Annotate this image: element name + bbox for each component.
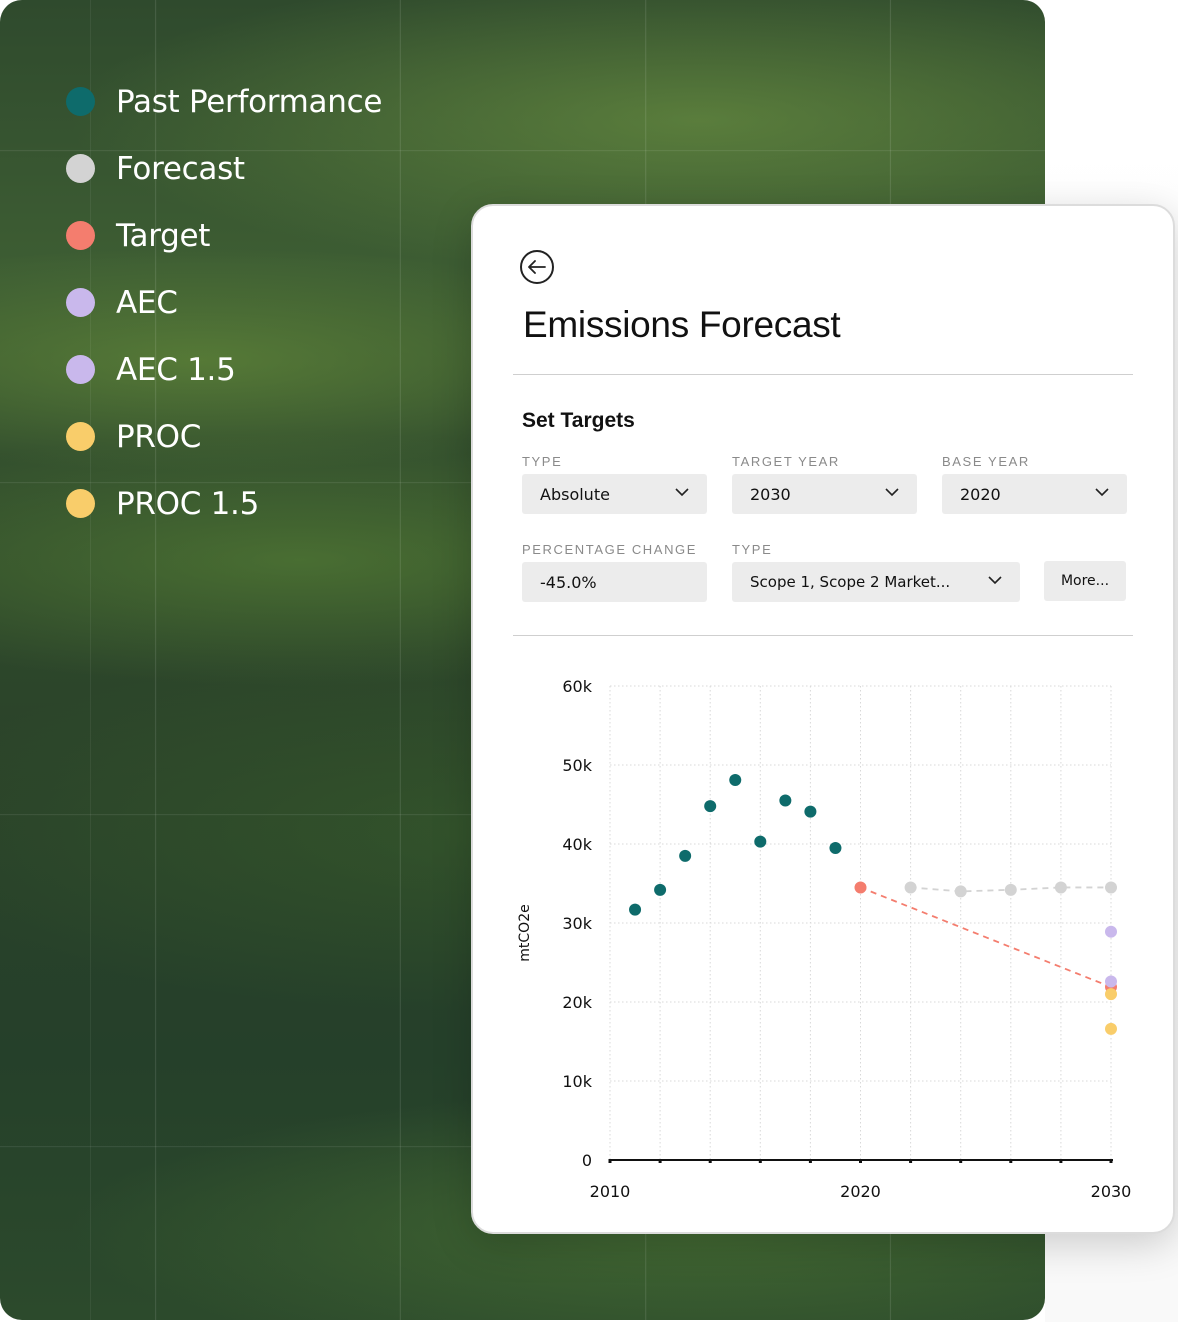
y-tick-label: 30k [562,914,592,933]
series-line [860,886,1112,988]
legend-label: Forecast [116,150,245,187]
data-point [704,800,717,813]
legend-dot [66,288,95,317]
data-point [854,881,867,894]
x-tick-label: 2010 [590,1182,631,1201]
legend-label: AEC [116,284,178,321]
legend-item-target: Target [66,202,382,269]
emissions-forecast-card: Emissions Forecast Set Targets TYPE Abso… [471,204,1175,1234]
y-tick-label: 10k [562,1072,592,1091]
legend-item-aec-1-5: AEC 1.5 [66,336,382,403]
data-point [754,835,767,848]
data-point [829,841,842,854]
data-point [804,805,817,818]
data-point [904,881,917,894]
legend-dot [66,87,95,116]
y-tick-label: 40k [562,835,592,854]
legend-dot [66,221,95,250]
data-point [1105,988,1117,1001]
y-tick-label: 0 [582,1151,592,1170]
data-point [1105,925,1117,938]
emissions-chart: 0 10k 20k 30k 40k 50k 60k 2010 2020 2030 mtCO2e [517,677,1132,1201]
legend-dot [66,355,95,384]
data-point [1054,881,1067,894]
data-point [779,794,792,807]
legend-item-proc: PROC [66,403,382,470]
chart-area: 0 10k 20k 30k 40k 50k 60k 2010 2020 2030 mtCO2e [473,206,1177,1236]
legend-item-forecast: Forecast [66,135,382,202]
data-point [954,885,967,898]
legend-label: PROC [116,418,202,455]
data-point [729,774,742,787]
x-tick-label: 2030 [1091,1182,1132,1201]
legend-item-proc-1-5: PROC 1.5 [66,470,382,537]
y-tick-label: 20k [562,993,592,1012]
legend-label: Target [116,217,211,254]
legend-item-aec: AEC [66,269,382,336]
data-point [1105,1022,1117,1035]
y-axis-label: mtCO2e [517,904,533,961]
data-point [1004,883,1017,896]
data-point [679,849,692,862]
legend-label: AEC 1.5 [116,351,236,388]
legend-label: Past Performance [116,83,383,120]
legend-dot [66,422,95,451]
legend-label: PROC 1.5 [116,485,260,522]
x-tick-label: 2020 [840,1182,881,1201]
legend-dot [66,154,95,183]
legend-dot [66,489,95,518]
data-point [629,903,642,916]
legend-item-past-performance: Past Performance [66,68,382,135]
chart-legend: Past Performance Forecast Target AEC AEC… [66,68,382,537]
data-point [654,883,667,896]
y-tick-label: 60k [562,677,592,696]
data-point [1105,881,1117,894]
data-point [1105,975,1117,988]
y-tick-label: 50k [562,756,592,775]
